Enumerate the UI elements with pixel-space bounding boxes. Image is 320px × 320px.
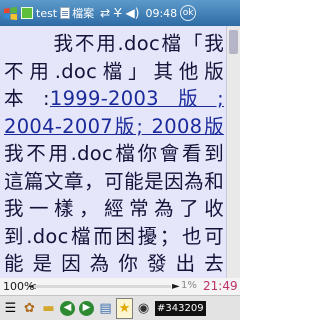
signal-off-icon[interactable]: Y̶ [114,6,121,20]
sync-icon[interactable]: ⇄ [100,6,110,20]
back-icon[interactable]: ◀ [59,298,76,319]
scroll-thumb[interactable] [229,30,238,54]
start-button[interactable] [0,0,20,26]
vertical-scrollbar[interactable] [226,26,240,278]
reader-clock: 21:49 [203,279,238,293]
article-body-text: 我不用.doc檔你會看到這篇文章，可能是因為和我一樣，經常為了收到.doc檔而困… [4,142,224,275]
bookmarks-icon[interactable]: ▤ [97,298,114,319]
article-text: 我不用.doc檔「我不用.doc檔」其他版本:1999-2003版; 2004-… [0,26,226,278]
progress-fill [33,285,35,288]
window-title: test [36,6,58,20]
title-bar: test 檔案 ⇄ Y̶ ◀) 09:48 ok [0,0,240,26]
position-counter: #343209 [155,300,206,316]
reading-progress-bar: 100% ◄ ► 1% 21:49 [0,278,240,295]
document-icon [60,7,71,19]
ok-close-button[interactable]: ok [180,5,197,21]
file-menu-title[interactable]: 檔案 [72,5,94,21]
star-icon[interactable]: ★ [116,297,133,319]
status-clock[interactable]: 09:48 [145,7,177,20]
progress-right-arrow[interactable]: ► [172,281,180,292]
windows-flag-icon [3,6,17,20]
app-icon [21,7,33,19]
bottom-toolbar: ☰ ✿ ▬ ◀ ▶ ▤ ★ ◉ #343209 [0,295,240,320]
forward-icon[interactable]: ▶ [78,298,95,319]
progress-track[interactable] [33,285,171,288]
menu-icon[interactable]: ☰ [2,298,19,319]
binoculars-icon[interactable]: ◉ [135,298,152,319]
folder-icon[interactable]: ▬ [40,298,57,319]
settings-icon[interactable]: ✿ [21,298,38,319]
progress-percent-label: 1% [181,280,197,291]
volume-icon[interactable]: ◀) [126,6,140,20]
reader-area[interactable]: 我不用.doc檔「我不用.doc檔」其他版本:1999-2003版; 2004-… [0,26,226,278]
